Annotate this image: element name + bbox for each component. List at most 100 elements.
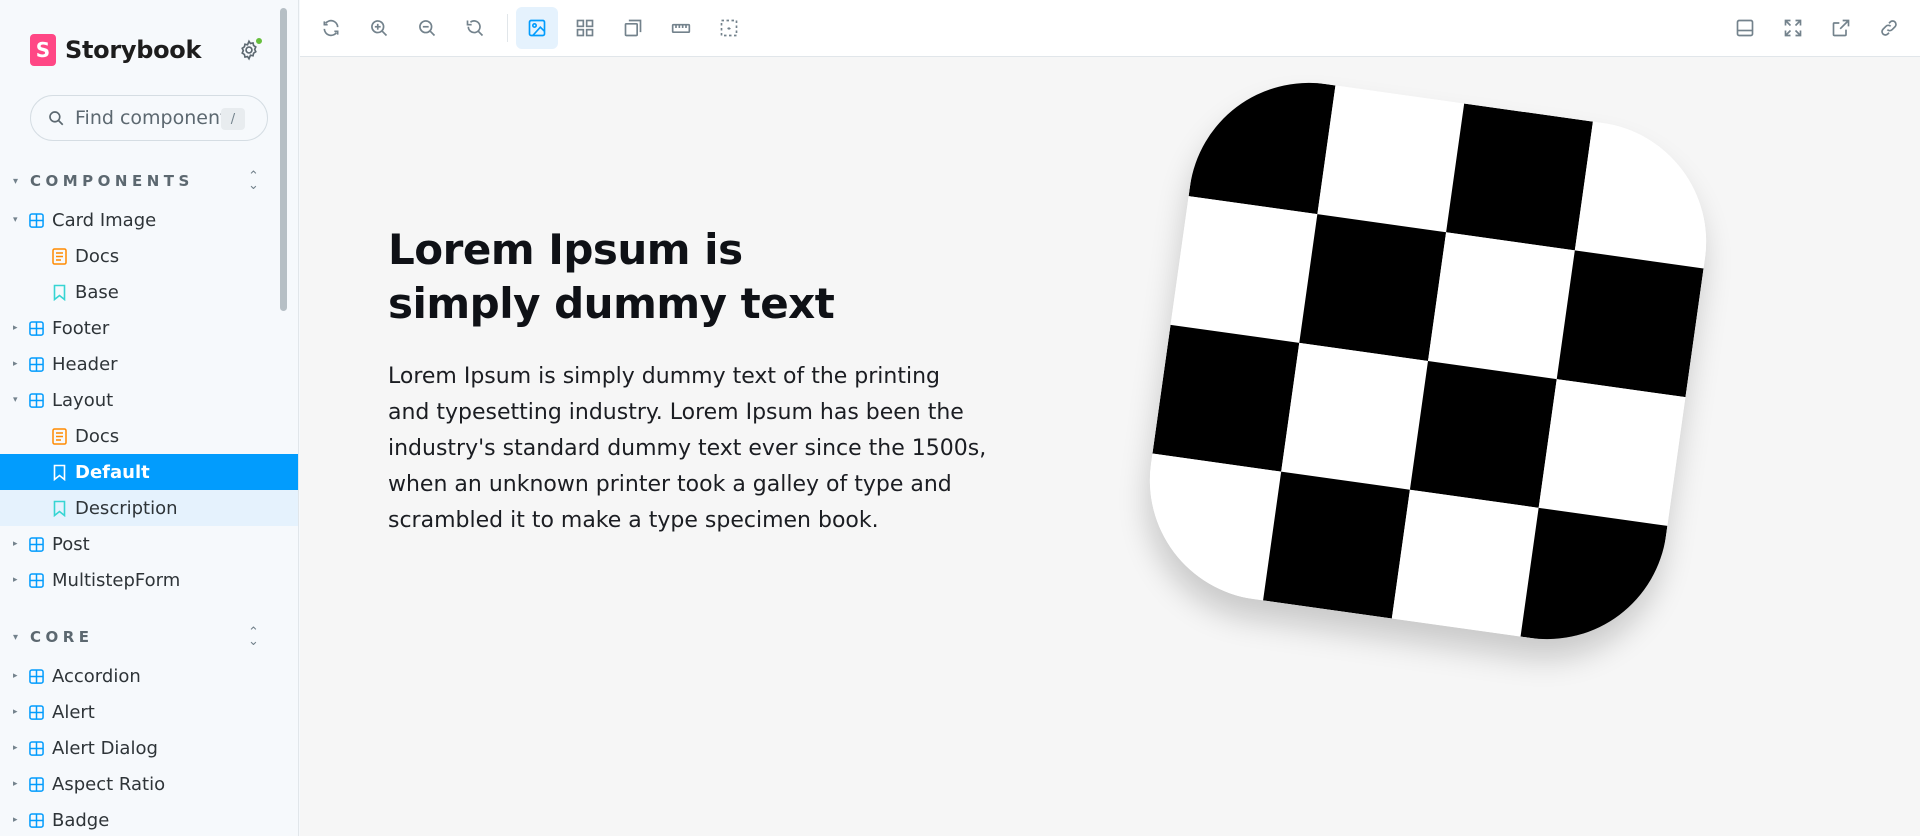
component-icon: [28, 704, 44, 720]
checker-cell: [1409, 361, 1557, 508]
addons-panel-button[interactable]: [1724, 7, 1766, 49]
section-components[interactable]: ▾ COMPONENTS ⌃ ⌄: [0, 167, 298, 195]
caret-down-icon: ▾: [13, 175, 19, 187]
grid-button[interactable]: [564, 7, 606, 49]
toolbar-divider: [507, 14, 508, 42]
caret-right-icon: ▸: [13, 743, 18, 753]
caret-down-icon: ▾: [13, 631, 19, 643]
caret-down-icon: ▾: [13, 395, 18, 405]
settings-button[interactable]: [236, 37, 263, 63]
sidebar-item-footer[interactable]: ▸ Footer: [0, 310, 298, 346]
fullscreen-icon: [1784, 19, 1802, 37]
component-icon: [28, 212, 44, 228]
component-icon: [28, 776, 44, 792]
sidebar-item-aspect-ratio[interactable]: ▸ Aspect Ratio: [0, 766, 298, 802]
outline-button[interactable]: [708, 7, 750, 49]
zoom-out-icon: [419, 20, 436, 37]
search-shortcut-hint: /: [221, 108, 245, 130]
caret-right-icon: ▸: [13, 707, 18, 717]
brand-name: Storybook: [65, 36, 202, 64]
checker-cell: [1299, 214, 1447, 361]
component-icon: [28, 536, 44, 552]
checkerboard-pattern: [1134, 67, 1722, 655]
sidebar-item-label: Alert: [52, 701, 95, 723]
caret-down-icon: ▾: [13, 215, 18, 225]
story-preview: Lorem Ipsum is simply dummy text Lorem I…: [300, 57, 1920, 836]
background-icon: [528, 19, 546, 37]
sidebar-scrollbar[interactable]: [280, 8, 287, 311]
caret-right-icon: ▸: [13, 575, 18, 585]
sidebar-item-card-image[interactable]: ▾ Card Image: [0, 202, 298, 238]
sidebar: S Storybook / ▾ COMPONENTS ⌃⌄ ▾ Card Ima…: [0, 0, 299, 836]
checker-cell: [1263, 471, 1410, 619]
sidebar-item-alert[interactable]: ▸ Alert: [0, 694, 298, 730]
addons-panel-icon: [1736, 19, 1754, 37]
sidebar-item-label: MultistepForm: [52, 569, 181, 591]
checker-cell: [1188, 67, 1336, 215]
search-icon: [49, 111, 64, 126]
reset-zoom-button[interactable]: [454, 7, 496, 49]
sidebar-item-alert-dialog[interactable]: ▸ Alert Dialog: [0, 730, 298, 766]
bookmark-icon: [51, 284, 67, 301]
component-icon: [28, 812, 44, 828]
sidebar-item-label: Layout: [52, 389, 114, 411]
sidebar-item-label: Docs: [75, 425, 120, 447]
checker-cell: [1428, 232, 1575, 380]
fullscreen-button[interactable]: [1772, 7, 1814, 49]
docs-icon: [51, 247, 67, 265]
viewport-button[interactable]: [612, 7, 654, 49]
sidebar-item-layout-description[interactable]: Description: [0, 490, 298, 526]
brand[interactable]: S Storybook: [30, 34, 201, 66]
sidebar-item-layout-default[interactable]: Default: [0, 454, 298, 490]
sidebar-item-post[interactable]: ▸ Post: [0, 526, 298, 562]
status-dot: [255, 37, 263, 45]
checker-cell: [1556, 250, 1704, 398]
preview-toolbar: [300, 0, 1920, 57]
sidebar-item-header[interactable]: ▸ Header: [0, 346, 298, 382]
sidebar-item-label: Post: [52, 533, 90, 555]
sidebar-item-label: Card Image: [52, 209, 157, 231]
sidebar-item-label: Badge: [52, 809, 110, 831]
measure-button[interactable]: [660, 7, 702, 49]
bookmark-icon: [51, 500, 67, 517]
sidebar-item-label: Docs: [75, 245, 120, 267]
sidebar-item-label: Aspect Ratio: [52, 773, 166, 795]
reload-button[interactable]: [310, 7, 352, 49]
zoom-in-button[interactable]: [358, 7, 400, 49]
section-title: COMPONENTS: [30, 172, 194, 190]
open-new-tab-button[interactable]: [1820, 7, 1862, 49]
checker-cell: [1446, 103, 1593, 251]
sidebar-item-label: Default: [75, 461, 150, 483]
component-icon: [28, 392, 44, 408]
background-button[interactable]: [516, 7, 558, 49]
copy-link-icon: [1881, 20, 1897, 36]
bookmark-icon: [51, 464, 67, 481]
sidebar-item-card-image-base[interactable]: Base: [0, 274, 298, 310]
checker-cell: [1281, 342, 1428, 490]
component-icon: [28, 740, 44, 756]
section-core[interactable]: ▾ CORE ⌃ ⌄: [0, 623, 298, 651]
checker-cell: [1317, 85, 1465, 233]
search-box[interactable]: /: [30, 95, 268, 141]
sidebar-item-layout[interactable]: ▾ Layout: [0, 382, 298, 418]
sidebar-item-card-image-docs[interactable]: Docs: [0, 238, 298, 274]
sidebar-item-badge[interactable]: ▸ Badge: [0, 802, 298, 836]
component-icon: [28, 668, 44, 684]
sidebar-item-label: Accordion: [52, 665, 141, 687]
sidebar-item-accordion[interactable]: ▸ Accordion: [0, 658, 298, 694]
sidebar-item-layout-docs[interactable]: Docs: [0, 418, 298, 454]
search-input[interactable]: [75, 107, 225, 129]
zoom-out-button[interactable]: [406, 7, 448, 49]
caret-right-icon: ▸: [13, 323, 18, 333]
checker-cell: [1170, 196, 1318, 343]
copy-link-button[interactable]: [1868, 7, 1910, 49]
open-new-tab-icon: [1832, 19, 1850, 37]
sidebar-item-label: Description: [75, 497, 178, 519]
sidebar-item-label: Alert Dialog: [52, 737, 158, 759]
sidebar-item-multistepform[interactable]: ▸ MultistepForm: [0, 562, 298, 598]
section-title: CORE: [30, 628, 94, 646]
expand-collapse-icon[interactable]: ⌃ ⌄: [248, 170, 259, 192]
expand-collapse-icon[interactable]: ⌃ ⌄: [248, 626, 259, 648]
outline-icon: [720, 19, 738, 37]
component-icon: [28, 320, 44, 336]
